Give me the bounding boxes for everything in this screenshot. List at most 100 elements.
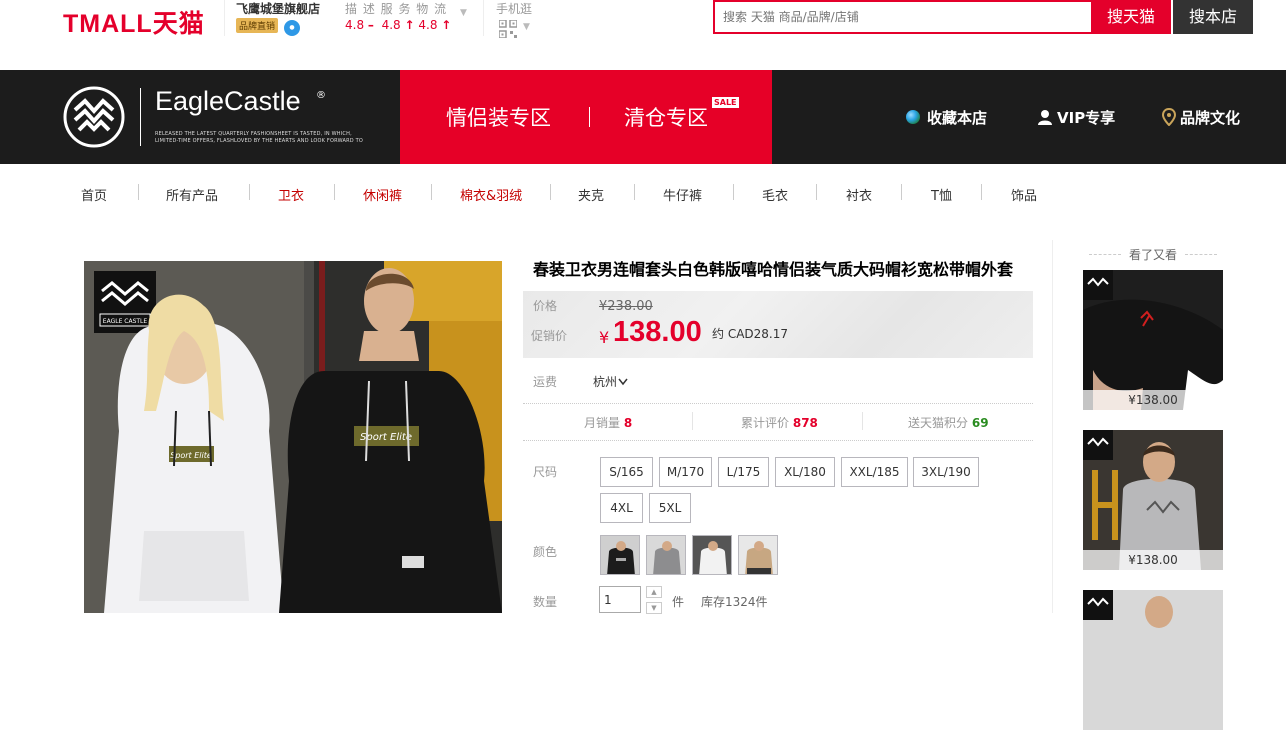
equal-icon: –	[367, 18, 374, 32]
mobile-shop-label[interactable]: 手机逛	[496, 0, 532, 17]
price-label: 价格	[533, 299, 558, 313]
vip-link[interactable]: VIP专享	[1057, 107, 1115, 128]
size-option[interactable]: 3XL/190	[913, 457, 979, 487]
rating-logistics: 4.8	[418, 18, 438, 32]
stat-divider	[862, 412, 863, 430]
size-option[interactable]: S/165	[600, 457, 653, 487]
nav-item-tshirts[interactable]: T恤	[931, 185, 952, 204]
brand-culture-link[interactable]: 品牌文化	[1180, 107, 1240, 128]
nav-item-home[interactable]: 首页	[81, 185, 107, 204]
shop-level-icon: ●	[284, 20, 300, 36]
sidebar-divider	[1052, 240, 1053, 613]
monthly-sales: 月销量 8	[584, 414, 632, 431]
quantity-increase-button[interactable]: ▲	[646, 586, 662, 598]
also-viewed-item[interactable]: ¥138.00	[1083, 430, 1223, 570]
couple-wear-zone-link[interactable]: 情侣装专区	[446, 102, 551, 132]
user-icon	[1038, 110, 1052, 125]
also-viewed-item[interactable]	[1083, 590, 1223, 730]
nav-item-sweaters[interactable]: 毛衣	[762, 185, 788, 204]
monthly-sales-label: 月销量	[584, 416, 621, 430]
stock-count: 库存1324件	[701, 595, 768, 609]
size-option[interactable]: M/170	[659, 457, 712, 487]
nav-item-down-jackets[interactable]: 棉衣&羽绒	[460, 185, 522, 204]
quantity-unit: 件	[672, 595, 685, 609]
divider	[224, 0, 225, 36]
shipping-origin-select[interactable]: 杭州	[593, 373, 628, 390]
nav-divider	[634, 184, 635, 200]
total-reviews-label: 累计评价	[741, 416, 790, 430]
size-option[interactable]: 4XL	[600, 493, 643, 523]
divider	[483, 0, 484, 36]
chevron-down-icon[interactable]: ▼	[460, 8, 467, 18]
nav-divider	[901, 184, 902, 200]
zone-divider	[589, 107, 590, 127]
search-tmall-button[interactable]: 搜天猫	[1091, 0, 1171, 34]
nav-item-all-products[interactable]: 所有产品	[166, 185, 218, 204]
nav-divider	[550, 184, 551, 200]
sale-badge: SALE	[712, 97, 739, 108]
chevron-down-icon	[618, 378, 628, 386]
tmall-points-value: 69	[971, 416, 989, 430]
shop-banner: EagleCastle ® RELEASED THE LATEST QUARTE…	[0, 70, 1286, 164]
photo-logo-text: EAGLE CASTLE	[103, 318, 148, 325]
chevron-down-icon[interactable]: ▼	[523, 22, 530, 32]
search-shop-button[interactable]: 搜本店	[1173, 0, 1253, 34]
divider	[523, 403, 1033, 404]
nav-item-casual-pants[interactable]: 休闲裤	[363, 185, 402, 204]
nav-item-jeans[interactable]: 牛仔裤	[663, 185, 702, 204]
also-viewed-photo	[1083, 430, 1223, 570]
also-viewed-item[interactable]: ¥138.00	[1083, 270, 1223, 410]
promo-zone-block: 情侣装专区 清仓专区 SALE	[400, 70, 772, 164]
size-option[interactable]: 5XL	[649, 493, 691, 523]
also-viewed-photo	[1083, 270, 1223, 410]
original-price: ¥238.00	[599, 299, 653, 314]
nav-item-accessories[interactable]: 饰品	[1011, 185, 1037, 204]
tmall-points: 送天猫积分 69	[908, 414, 989, 431]
nav-divider	[249, 184, 250, 200]
approx-price-cad: 约 CAD28.17	[712, 327, 788, 341]
size-option[interactable]: L/175	[718, 457, 769, 487]
color-label: 颜色	[533, 545, 558, 559]
globe-icon	[906, 110, 920, 124]
search-input[interactable]	[715, 2, 1091, 32]
total-reviews[interactable]: 累计评价 878	[741, 414, 818, 431]
color-swatch-khaki[interactable]	[738, 535, 778, 575]
nav-divider	[138, 184, 139, 200]
nav-divider	[981, 184, 982, 200]
quantity-decrease-button[interactable]: ▼	[646, 602, 662, 614]
clearance-zone-link[interactable]: 清仓专区	[624, 102, 708, 132]
favorite-shop-link[interactable]: 收藏本店	[927, 107, 987, 128]
eagle-castle-logo-icon[interactable]	[63, 86, 125, 148]
product-title: 春装卫衣男连帽套头白色韩版嘻哈情侣装气质大码帽衫宽松带帽外套	[533, 260, 1014, 279]
color-swatch-black[interactable]	[600, 535, 640, 575]
size-label: 尺码	[533, 465, 558, 479]
arrow-up-icon: ↑	[404, 18, 415, 32]
nav-divider	[334, 184, 335, 200]
also-viewed-price: ¥138.00	[1083, 390, 1223, 410]
nav-item-shirts[interactable]: 衬衣	[846, 185, 872, 204]
size-option[interactable]: XXL/185	[841, 457, 908, 487]
price-panel: 价格 ¥238.00 促销价 ¥ 138.00 约 CAD28.17	[523, 291, 1033, 358]
currency-symbol: ¥	[599, 328, 610, 347]
quantity-input[interactable]: 1	[599, 586, 641, 613]
divider	[523, 440, 1033, 441]
tmall-logo[interactable]: TMALL天猫	[63, 4, 205, 40]
stat-divider	[692, 412, 693, 430]
qr-code-icon[interactable]	[499, 20, 517, 38]
color-swatch-gray[interactable]	[646, 535, 686, 575]
brand-name[interactable]: EagleCastle	[155, 86, 301, 117]
rating-service: 4.8	[381, 18, 401, 32]
brand-direct-badge: 品牌直销	[236, 18, 279, 33]
rating-values[interactable]: 4.8 – 4.8 ↑ 4.8 ↑	[345, 18, 451, 32]
tmall-header: TMALL天猫 飞鹰城堡旗舰店 品牌直销 ● 描 述 服 务 物 流 4.8 –…	[0, 0, 1286, 70]
color-swatch-white[interactable]	[692, 535, 732, 575]
arrow-up-icon: ↑	[441, 18, 452, 32]
nav-item-hoodies[interactable]: 卫衣	[278, 185, 304, 204]
hoodie-print-left: Sport Elite	[170, 451, 212, 460]
size-option[interactable]: XL/180	[775, 457, 835, 487]
shop-name[interactable]: 飞鹰城堡旗舰店	[236, 0, 320, 17]
promo-price: 138.00	[613, 316, 702, 348]
nav-item-jackets[interactable]: 夹克	[578, 185, 604, 204]
location-pin-icon	[1162, 108, 1176, 126]
product-main-image[interactable]: EAGLE CASTLE Sport Elite Sport Elite	[84, 261, 502, 613]
